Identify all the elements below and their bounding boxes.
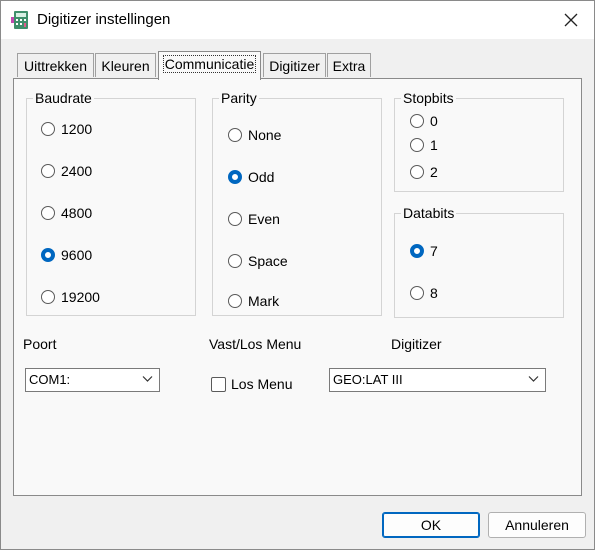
radio-baud-1200[interactable]: 1200 bbox=[41, 121, 92, 137]
radio-button[interactable] bbox=[410, 114, 424, 128]
parity-title: Parity bbox=[219, 90, 259, 106]
radio-stopbits-2[interactable]: 2 bbox=[410, 164, 438, 180]
checkbox[interactable] bbox=[211, 376, 226, 392]
stopbits-group: Stopbits 0 1 2 bbox=[394, 90, 564, 192]
baudrate-group: Baudrate 1200 2400 4800 9600 19200 bbox=[26, 90, 196, 316]
poort-label: Poort bbox=[23, 336, 57, 352]
radio-button[interactable] bbox=[410, 165, 424, 179]
parity-group: Parity None Odd Even Space Mark bbox=[212, 90, 382, 316]
radio-stopbits-1[interactable]: 1 bbox=[410, 137, 438, 153]
chevron-down-icon bbox=[142, 376, 153, 382]
dialog-window: Digitizer instellingen Uittrekken Kleure… bbox=[0, 0, 595, 550]
radio-databits-7[interactable]: 7 bbox=[410, 243, 438, 259]
tab-communicatie[interactable]: Communicatie bbox=[158, 51, 261, 80]
window-title: Digitizer instellingen bbox=[37, 11, 171, 28]
radio-parity-mark[interactable]: Mark bbox=[228, 293, 279, 309]
radio-baud-4800[interactable]: 4800 bbox=[41, 205, 92, 221]
radio-stopbits-0[interactable]: 0 bbox=[410, 113, 438, 129]
radio-button[interactable] bbox=[228, 128, 242, 142]
cancel-button[interactable]: Annuleren bbox=[488, 512, 586, 538]
radio-button[interactable] bbox=[41, 206, 55, 220]
tab-strip: Uittrekken Kleuren Communicatie Digitize… bbox=[13, 51, 583, 80]
radio-parity-odd[interactable]: Odd bbox=[228, 169, 274, 185]
radio-parity-even[interactable]: Even bbox=[228, 211, 280, 227]
radio-baud-19200[interactable]: 19200 bbox=[41, 289, 100, 305]
menu-label: Vast/Los Menu bbox=[209, 336, 302, 352]
radio-button[interactable] bbox=[41, 164, 55, 178]
poort-select[interactable]: COM1: bbox=[25, 368, 160, 392]
radio-databits-8[interactable]: 8 bbox=[410, 285, 438, 301]
radio-button-selected[interactable] bbox=[410, 244, 424, 258]
tab-uittrekken[interactable]: Uittrekken bbox=[17, 53, 94, 77]
digitizer-select[interactable]: GEO:LAT III bbox=[329, 368, 546, 392]
radio-button-selected[interactable] bbox=[228, 170, 242, 184]
stopbits-title: Stopbits bbox=[401, 90, 456, 106]
radio-parity-none[interactable]: None bbox=[228, 127, 281, 143]
radio-baud-2400[interactable]: 2400 bbox=[41, 163, 92, 179]
radio-baud-9600[interactable]: 9600 bbox=[41, 247, 92, 263]
baudrate-title: Baudrate bbox=[33, 90, 94, 106]
radio-button[interactable] bbox=[410, 138, 424, 152]
radio-button-selected[interactable] bbox=[41, 248, 55, 262]
los-menu-checkbox[interactable]: Los Menu bbox=[211, 376, 292, 392]
title-bar: Digitizer instellingen bbox=[1, 1, 594, 39]
radio-button[interactable] bbox=[228, 212, 242, 226]
digitizer-label: Digitizer bbox=[391, 336, 442, 352]
chevron-down-icon bbox=[528, 376, 539, 382]
radio-parity-space[interactable]: Space bbox=[228, 253, 288, 269]
close-icon bbox=[564, 13, 578, 27]
tab-panel-communicatie: Baudrate 1200 2400 4800 9600 19200 Parit… bbox=[13, 78, 582, 496]
databits-group: Databits 7 8 bbox=[394, 205, 564, 318]
ok-button[interactable]: OK bbox=[382, 512, 480, 538]
tab-digitizer[interactable]: Digitizer bbox=[263, 53, 326, 77]
radio-button[interactable] bbox=[228, 294, 242, 308]
radio-button[interactable] bbox=[41, 122, 55, 136]
close-button[interactable] bbox=[548, 1, 594, 39]
databits-title: Databits bbox=[401, 205, 457, 221]
calculator-icon bbox=[11, 11, 28, 29]
tab-kleuren[interactable]: Kleuren bbox=[95, 53, 156, 77]
radio-button[interactable] bbox=[41, 290, 55, 304]
radio-button[interactable] bbox=[228, 254, 242, 268]
tab-extra[interactable]: Extra bbox=[327, 53, 371, 77]
radio-button[interactable] bbox=[410, 286, 424, 300]
